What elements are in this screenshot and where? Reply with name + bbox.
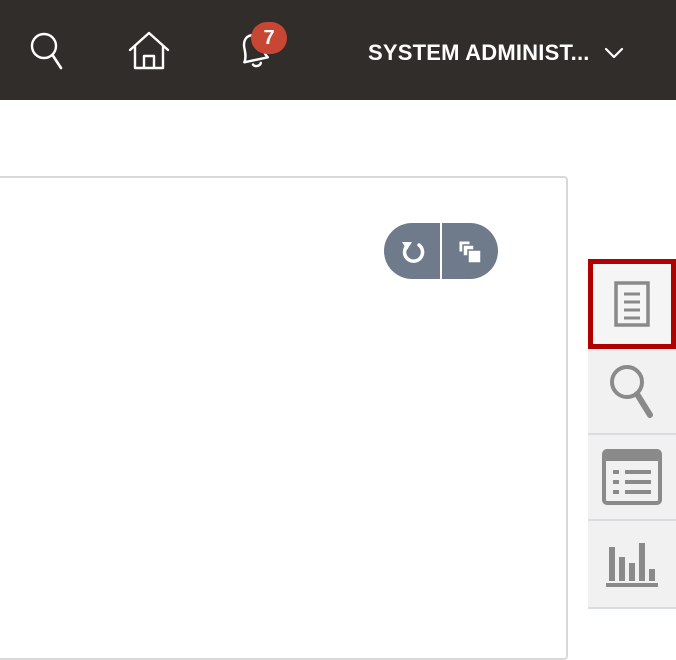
notification-badge: 7	[251, 22, 287, 54]
rail-item-list[interactable]	[588, 435, 676, 521]
rail-item-search[interactable]	[588, 349, 676, 435]
user-menu-label: SYSTEM ADMINIST...	[368, 40, 590, 65]
refresh-icon	[402, 242, 425, 263]
bar-chart-icon	[606, 543, 658, 587]
top-navigation-bar: 7 SYSTEM ADMINIST...	[0, 0, 676, 100]
list-icon	[602, 449, 662, 505]
copy-icon	[458, 240, 482, 264]
rail-item-analytics[interactable]	[588, 521, 676, 609]
document-icon	[614, 281, 650, 327]
magnifier-icon	[610, 365, 653, 418]
search-icon[interactable]	[25, 28, 69, 72]
panel-action-buttons	[384, 223, 498, 279]
copy-button[interactable]	[442, 223, 498, 279]
rail-item-details[interactable]	[588, 259, 676, 349]
refresh-button[interactable]	[384, 223, 440, 279]
home-icon[interactable]	[126, 28, 172, 72]
chevron-down-icon	[604, 47, 623, 59]
user-menu[interactable]: SYSTEM ADMINIST...	[368, 38, 624, 68]
